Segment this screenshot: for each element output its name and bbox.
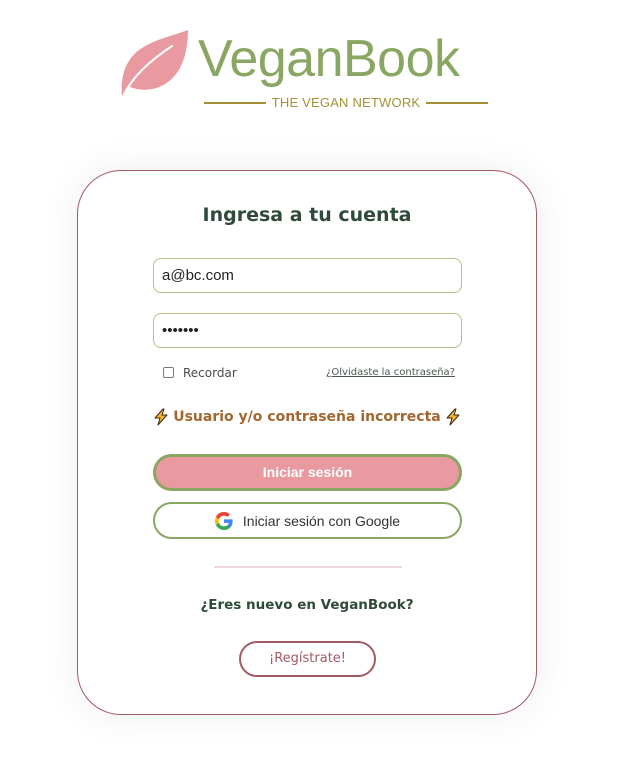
remember-row: Recordar ¿Olvidaste la contraseña? <box>163 364 455 382</box>
login-title: Ingresa a tu cuenta <box>202 204 412 226</box>
error-message: Usuario y/o contraseña incorrecta <box>173 409 441 425</box>
login-error: Usuario y/o contraseña incorrecta <box>78 406 536 428</box>
tagline-rule-left <box>204 102 266 104</box>
register-button[interactable]: ¡Regístrate! <box>239 641 376 677</box>
tagline-rule-right <box>426 102 489 104</box>
login-button[interactable]: Iniciar sesión <box>153 454 462 491</box>
password-field[interactable] <box>153 313 462 348</box>
remember-checkbox[interactable] <box>163 367 174 378</box>
veganbook-logo[interactable]: VeganBook THE VEGAN NETWORK <box>118 28 498 112</box>
login-page: VeganBook THE VEGAN NETWORK Ingresa a tu… <box>0 0 621 770</box>
remember-label[interactable]: Recordar <box>183 364 237 382</box>
google-button-label: Iniciar sesión con Google <box>242 512 401 529</box>
google-icon <box>214 511 233 530</box>
brand-tagline-row: THE VEGAN NETWORK <box>204 94 489 112</box>
signup-prompt: ¿Eres nuevo en VeganBook? <box>200 597 414 613</box>
lightning-bolt-icon <box>446 408 460 426</box>
forgot-password-link[interactable]: ¿Olvidaste la contraseña? <box>326 365 455 381</box>
leaf-icon <box>121 30 188 96</box>
login-card: Ingresa a tu cuenta Recordar ¿Olvidaste … <box>77 170 537 715</box>
google-login-button[interactable]: Iniciar sesión con Google <box>153 502 462 539</box>
lightning-bolt-icon <box>154 408 168 426</box>
brand-name: VeganBook <box>198 30 460 88</box>
email-field[interactable] <box>153 258 462 293</box>
section-divider <box>214 566 402 568</box>
brand-tagline: THE VEGAN NETWORK <box>271 95 421 110</box>
